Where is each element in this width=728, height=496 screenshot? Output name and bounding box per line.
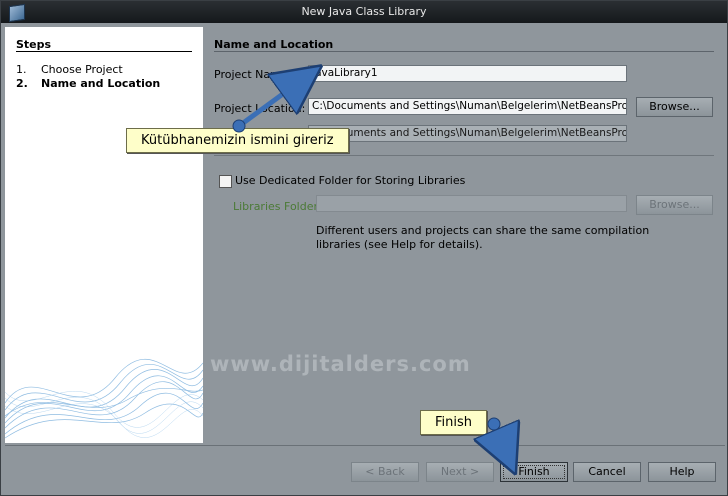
annotation-arrows — [232, 0, 728, 496]
arrow-to-finish-button — [488, 417, 506, 452]
arrow-to-project-name — [232, 80, 302, 133]
